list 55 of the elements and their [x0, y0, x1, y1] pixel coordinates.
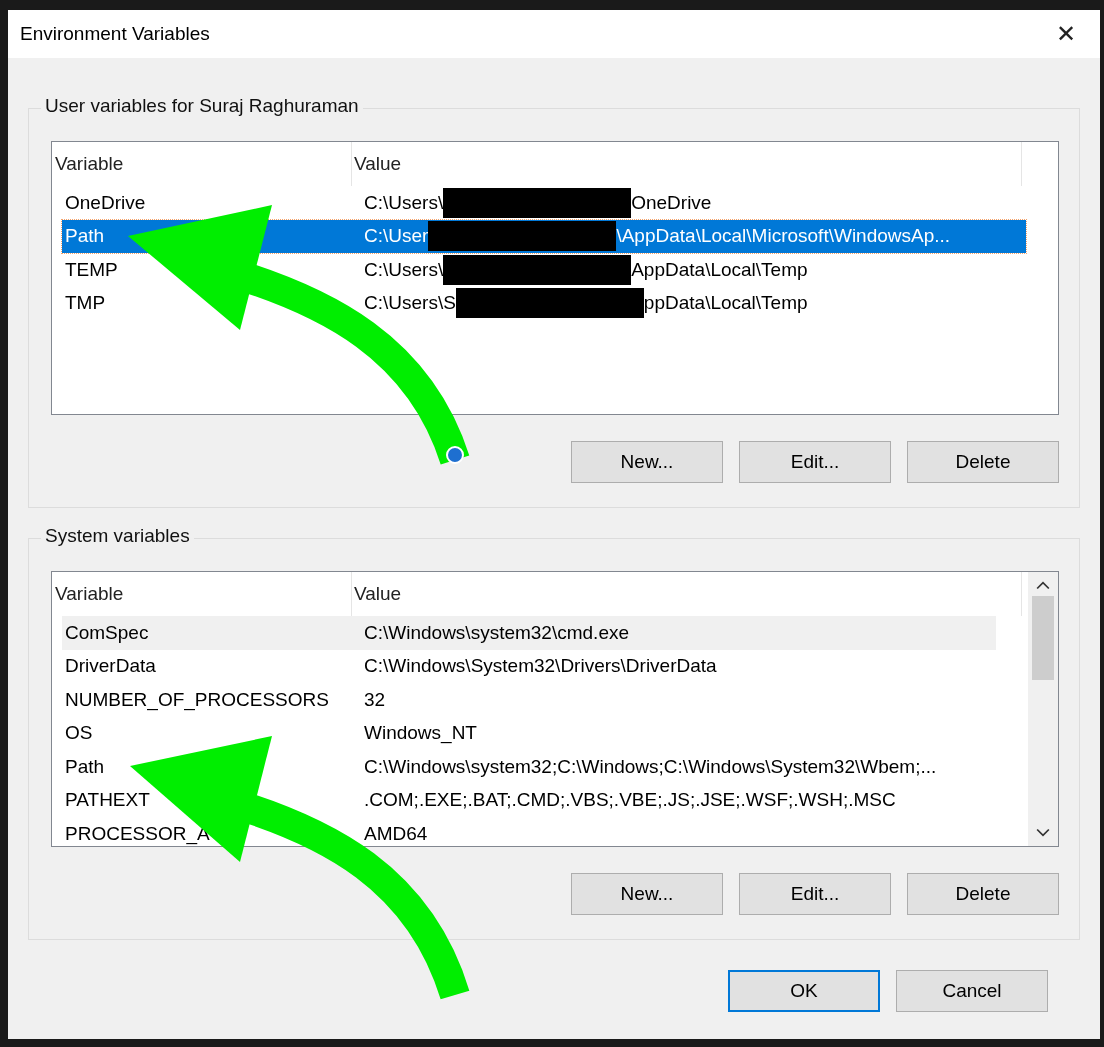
variable-value: C:\Windows\system32\cmd.exe: [363, 621, 630, 644]
variable-value: ppData\Local\Temp: [643, 292, 808, 315]
dialog-button[interactable]: Delete: [907, 873, 1059, 915]
variable-value: \AppData\Local\Microsoft\WindowsAp...: [616, 225, 951, 248]
variable-value: C:\Windows\System32\Drivers\DriverData: [363, 655, 717, 678]
close-button[interactable]: ✕: [1046, 16, 1086, 52]
variable-row[interactable]: PATHEXT .COM;.EXE;.BAT;.CMD;.VBS;.VBE;.JS;.JSE;.WSF;.WSH;.MSC: [62, 783, 996, 817]
window-title: Environment Variables: [20, 23, 210, 45]
variable-value: .COM;.EXE;.BAT;.CMD;.VBS;.VBE;.JS;.JSE;.WSF;.WSH;.MSC: [363, 789, 896, 812]
variable-name: TMP: [64, 292, 107, 315]
dialog-button[interactable]: Edit...: [739, 873, 891, 915]
variable-name: OS: [64, 722, 94, 745]
cancel-button[interactable]: Cancel: [896, 970, 1048, 1012]
variable-row[interactable]: OneDrive C:\Users\ OneDrive: [62, 186, 1026, 220]
column-header[interactable]: Value: [352, 142, 1022, 186]
variable-row[interactable]: NUMBER_OF_PROCESSORS 32: [62, 683, 996, 717]
variable-value: C:\Users\: [364, 258, 444, 281]
dialog-button[interactable]: Edit...: [739, 441, 891, 483]
variable-name: Path: [64, 755, 106, 778]
variable-row[interactable]: DriverData C:\Windows\System32\Drivers\DriverData: [62, 649, 996, 683]
variable-row[interactable]: ComSpec C:\Windows\system32\cmd.exe: [62, 616, 996, 650]
variable-name: OneDrive: [64, 191, 147, 214]
variable-name: NUMBER_OF_PROCESSORS: [64, 688, 330, 711]
variable-value: AppData\Local\Temp: [631, 258, 808, 281]
variable-value: C:\Users\S: [364, 292, 456, 315]
variable-value: 32: [363, 688, 386, 711]
variable-name: DriverData: [64, 655, 157, 678]
variable-value: C:\User: [364, 225, 429, 248]
variable-row[interactable]: TMP C:\Users\S ppData\Local\Temp: [62, 286, 1026, 320]
variable-list[interactable]: [51, 571, 1059, 847]
scroll-thumb[interactable]: [1032, 596, 1054, 680]
handle-icon: [446, 446, 464, 464]
variable-value: AMD64: [363, 822, 428, 845]
variable-list[interactable]: Variable Value OneDrive C:\Users\ OneDrive Path C:\User \AppData\Local\Microsoft\WindowsAp... TEMP C:\Users\ AppData\Local\Temp TMP C:\Users\S ppData\Local\Temp: [51, 141, 1059, 415]
variable-value: C:\Users\: [364, 191, 444, 214]
variable-name: Path: [64, 225, 106, 248]
dialog-button[interactable]: New...: [571, 441, 723, 483]
variable-row[interactable]: TEMP C:\Users\ AppData\Local\Temp: [62, 253, 1026, 287]
column-header[interactable]: Variable: [52, 142, 352, 186]
scroll-down-icon[interactable]: [1036, 828, 1050, 838]
variable-value: C:\Windows\system32;C:\Windows;C:\Windows\System32\Wbem;...: [363, 755, 937, 778]
scrollbar[interactable]: [1028, 572, 1058, 846]
variable-row[interactable]: PROCESSOR_A AMD64: [62, 817, 996, 846]
variable-name: ComSpec: [64, 621, 150, 644]
variable-value: Windows_NT: [363, 722, 477, 745]
variable-name: PROCESSOR_A: [64, 822, 211, 845]
ok-button[interactable]: OK: [728, 970, 880, 1012]
variable-name: TEMP: [64, 258, 119, 281]
variable-row[interactable]: Path C:\Windows\system32;C:\Windows;C:\Windows\System32\Wbem;...: [62, 750, 996, 784]
variable-row[interactable]: OS Windows_NT: [62, 716, 996, 750]
variable-name: PATHEXT: [64, 789, 151, 812]
dialog-button[interactable]: New...: [571, 873, 723, 915]
scroll-up-icon[interactable]: [1036, 580, 1050, 590]
variable-value: OneDrive: [631, 191, 712, 214]
dialog-button[interactable]: Delete: [907, 441, 1059, 483]
